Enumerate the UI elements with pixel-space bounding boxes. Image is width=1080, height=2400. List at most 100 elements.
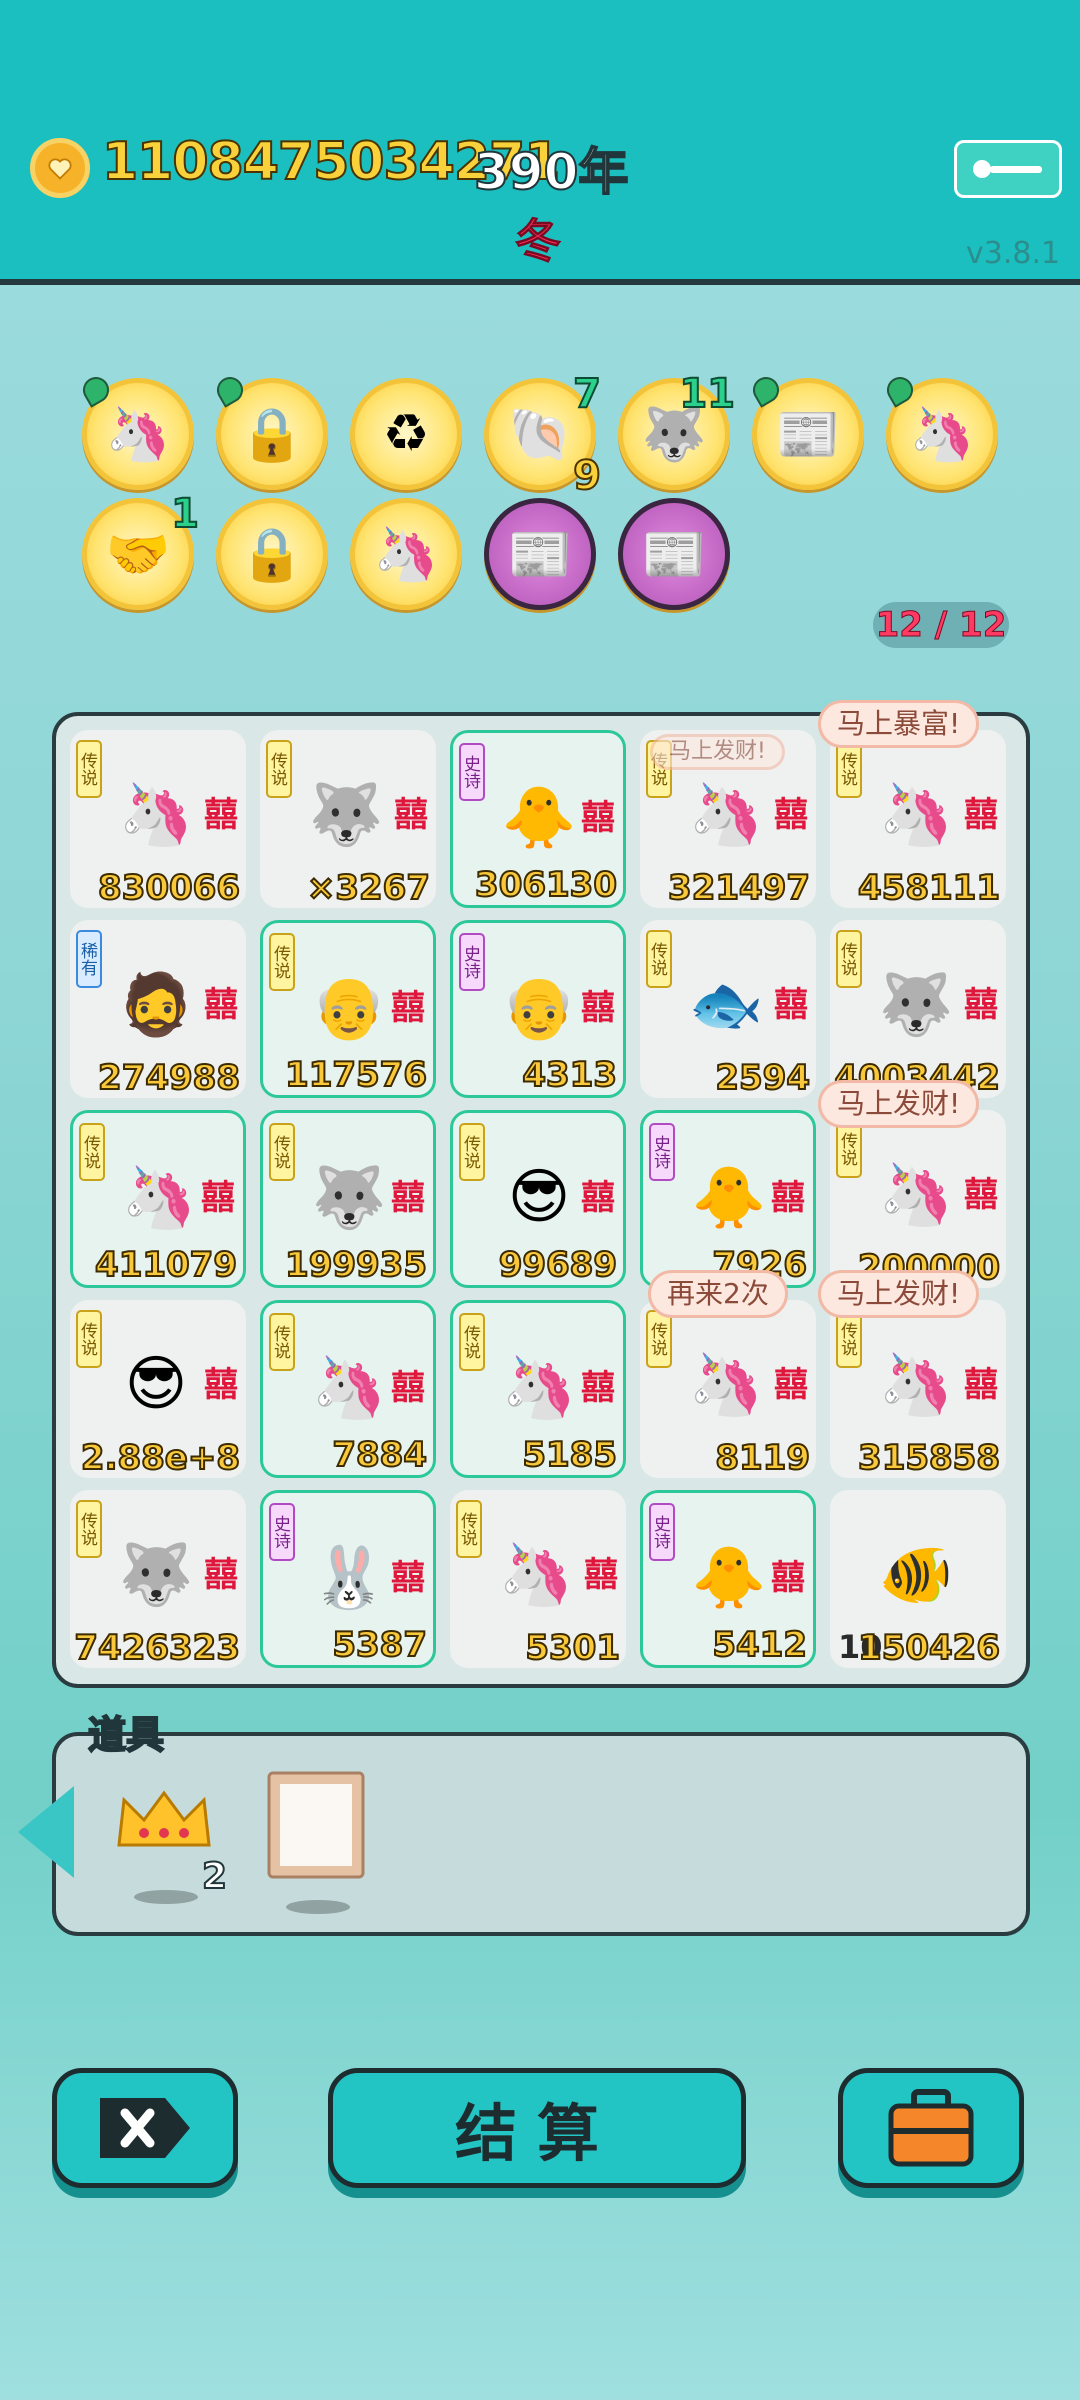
board-cell[interactable]: 稀有 🧔 囍 274988 — [70, 920, 246, 1099]
cell-value: 830066 — [97, 867, 241, 909]
board-cell[interactable]: 传说 🦄 囍 7884 — [260, 1300, 436, 1478]
double-happiness-icon: 囍 — [204, 985, 238, 1025]
chick-grandpa-icon: 🐥 — [691, 1542, 767, 1613]
board-cell[interactable]: 传说 🦄 囍 830066 — [70, 730, 246, 909]
cell-value: ×3267 — [306, 867, 431, 909]
badge-6[interactable]: 🦄 — [882, 372, 998, 490]
sunglasses-gold-icon: 😎 — [124, 1349, 188, 1419]
speech-bubble: 马上发财! — [818, 1080, 980, 1128]
board-cell[interactable]: 传说 🐺 囍 7426323 — [70, 1490, 246, 1669]
cell-value: 5301 — [524, 1627, 621, 1669]
board-cell[interactable]: 史诗 🐥 囍 306130 — [450, 730, 626, 908]
rarity-tag: 传说 — [269, 933, 295, 991]
badge-4[interactable]: 🐺 11 — [618, 370, 736, 490]
board-cell[interactable]: 传说 🦄 囍 5185 — [450, 1300, 626, 1478]
time-magazine-icon: 📰 — [775, 404, 841, 465]
badge-8[interactable]: 🔒 — [216, 498, 328, 610]
koi-fish-icon: 🐟 — [688, 969, 764, 1040]
double-happiness-icon: 囍 — [581, 1178, 615, 1218]
cell-value: 5185 — [521, 1434, 618, 1476]
rarity-tag: 传说 — [459, 1313, 485, 1371]
safe-icon: 🔒 — [239, 404, 305, 465]
settle-button[interactable]: 结算 — [328, 2068, 746, 2188]
rarity-tag: 传说 — [456, 1500, 482, 1558]
cell-value: 5412 — [711, 1624, 808, 1666]
goldfish-icon: 🐠 — [878, 1539, 954, 1610]
board-cell[interactable]: 传说 😎 囍 2.88e+8 — [70, 1300, 246, 1479]
cell-value: 306130 — [474, 864, 618, 906]
board-cell[interactable]: 传说 🐺 囍 199935 — [260, 1110, 436, 1288]
rarity-tag: 传说 — [836, 1310, 862, 1368]
badge-count: 1 — [170, 490, 200, 538]
time-magazine-icon: 📰 — [507, 524, 573, 585]
cell-value: 2.88e+8 — [80, 1437, 241, 1479]
badge-1[interactable]: 🔒 — [212, 372, 328, 490]
coin-icon — [30, 138, 90, 198]
items-prev-arrow-icon[interactable] — [18, 1786, 74, 1878]
double-happiness-icon: 囍 — [391, 1558, 425, 1598]
double-happiness-icon: 囍 — [771, 1178, 805, 1218]
double-happiness-icon: 囍 — [584, 1555, 618, 1595]
badge-9[interactable]: 🦄 — [350, 498, 462, 610]
board-cell[interactable]: 🐠 10 150426 — [830, 1490, 1006, 1669]
double-happiness-icon: 囍 — [964, 1175, 998, 1215]
shell-icon: 🐚 — [507, 404, 573, 465]
board-cell[interactable]: 传说 🐺 囍 4003442 — [830, 920, 1006, 1099]
board-cell[interactable]: 史诗 🐰 囍 5387 — [260, 1490, 436, 1668]
rarity-tag: 传说 — [836, 1120, 862, 1178]
double-happiness-icon: 囍 — [964, 1365, 998, 1405]
board-cell[interactable]: 传说 🦄 囍 458111 — [830, 730, 1006, 909]
board-cell[interactable]: 史诗 🐥 囍 5412 — [640, 1490, 816, 1668]
badge-10[interactable]: 📰 — [484, 498, 596, 610]
board-cell[interactable]: 传说 🦄 囍 200000 — [830, 1110, 1006, 1289]
double-happiness-icon: 囍 — [774, 985, 808, 1025]
board-cell[interactable]: 史诗 🐥 囍 7926 — [640, 1110, 816, 1288]
picture-frame-item[interactable] — [266, 1770, 366, 1914]
settings-button[interactable] — [954, 140, 1062, 198]
board-cell[interactable]: 传说 🦄 囍 5301 — [450, 1490, 626, 1669]
rarity-tag: 传说 — [459, 1123, 485, 1181]
husky-king-icon: 🐺 — [308, 779, 384, 850]
board-cell[interactable]: 史诗 👴 囍 4313 — [450, 920, 626, 1098]
board-cell[interactable]: 传说 🐺 囍 ×3267 — [260, 730, 436, 909]
badge-2[interactable]: ♻ — [350, 378, 462, 490]
inventory-button[interactable] — [838, 2068, 1024, 2188]
version-label: v3.8.1 — [966, 236, 1061, 271]
pin-icon — [78, 372, 114, 408]
double-happiness-icon: 囍 — [204, 795, 238, 835]
unicorn-gold-icon: 🦄 — [311, 1352, 387, 1423]
double-happiness-icon: 囍 — [204, 1555, 238, 1595]
exit-button[interactable] — [52, 2068, 238, 2188]
cell-value: 5387 — [331, 1624, 428, 1666]
board-cell[interactable]: 传说 👴 囍 117576 — [260, 920, 436, 1098]
board-cell[interactable]: 传说 🦄 囍 315858 — [830, 1300, 1006, 1479]
pin-icon — [748, 372, 784, 408]
chick-grandpa-icon: 🐥 — [691, 1162, 767, 1233]
rarity-tag: 传说 — [646, 1310, 672, 1368]
board-cell[interactable]: 传说 🦄 囍 8119 — [640, 1300, 816, 1479]
rarity-tag: 史诗 — [649, 1123, 675, 1181]
time-magazine-icon: 📰 — [641, 524, 707, 585]
close-icon — [100, 2098, 190, 2158]
rarity-tag: 传说 — [79, 1123, 105, 1181]
speech-bubble: 马上暴富! — [818, 700, 980, 748]
badge-11[interactable]: 📰 — [618, 498, 730, 610]
unicorn-icon: 🦄 — [909, 404, 975, 465]
cell-value: 2594 — [714, 1057, 811, 1099]
board-cell[interactable]: 传说 🐟 囍 2594 — [640, 920, 816, 1099]
item-shadow — [134, 1890, 198, 1904]
speech-bubble: 马上发财! — [650, 734, 785, 770]
board-cell[interactable]: 传说 🦄 囍 411079 — [70, 1110, 246, 1288]
badge-0[interactable]: 🦄 — [78, 372, 194, 490]
cell-value: 411079 — [94, 1244, 238, 1286]
items-label: 道具 — [87, 1712, 165, 1758]
badge-5[interactable]: 📰 — [748, 372, 864, 490]
board-cell[interactable]: 传说 😎 囍 99689 — [450, 1110, 626, 1288]
double-happiness-icon: 囍 — [964, 985, 998, 1025]
badge-3[interactable]: 🐚 7 9 — [484, 370, 602, 500]
badge-7[interactable]: 🤝 1 — [82, 490, 200, 610]
unicorn-icon: 🦄 — [118, 779, 194, 850]
rarity-tag: 稀有 — [76, 930, 102, 988]
badge-count-bottom: 9 — [572, 452, 602, 500]
crown-item[interactable] — [114, 1770, 214, 1904]
